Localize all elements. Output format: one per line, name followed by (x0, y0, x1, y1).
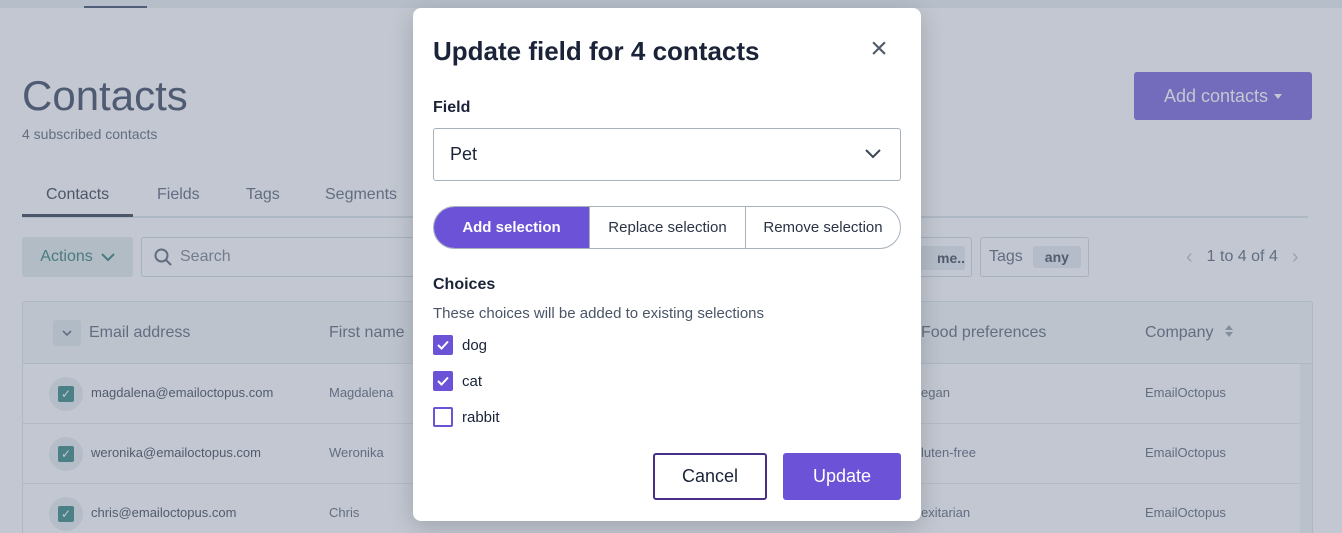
field-label: Field (433, 99, 471, 116)
field-select-value: Pet (450, 144, 478, 164)
choice-label: dog (462, 336, 488, 354)
add-selection-button[interactable]: Add selection (434, 207, 590, 248)
update-button[interactable]: Update (783, 453, 901, 500)
choice-label: rabbit (462, 408, 500, 426)
update-field-modal: Update field for 4 contacts × Field Pet … (413, 8, 921, 521)
choices-label: Choices (433, 276, 496, 293)
chevron-down-icon (865, 149, 881, 159)
choices-hint: These choices will be added to existing … (433, 305, 765, 322)
replace-selection-button[interactable]: Replace selection (590, 207, 746, 248)
cancel-button[interactable]: Cancel (653, 453, 767, 500)
checkmark-icon (437, 340, 449, 350)
field-select[interactable]: Pet (433, 128, 901, 181)
checkbox-checked[interactable] (433, 371, 453, 391)
choice-cat[interactable]: cat (433, 371, 482, 391)
checkbox-unchecked[interactable] (433, 407, 453, 427)
selection-mode-toggle: Add selection Replace selection Remove s… (433, 206, 901, 249)
choice-dog[interactable]: dog (433, 335, 487, 355)
remove-selection-button[interactable]: Remove selection (746, 207, 900, 248)
choice-label: cat (462, 372, 483, 390)
close-icon[interactable]: × (867, 34, 891, 64)
checkbox-checked[interactable] (433, 335, 453, 355)
modal-title: Update field for 4 contacts (433, 36, 760, 66)
choice-rabbit[interactable]: rabbit (433, 407, 500, 427)
checkmark-icon (437, 376, 449, 386)
